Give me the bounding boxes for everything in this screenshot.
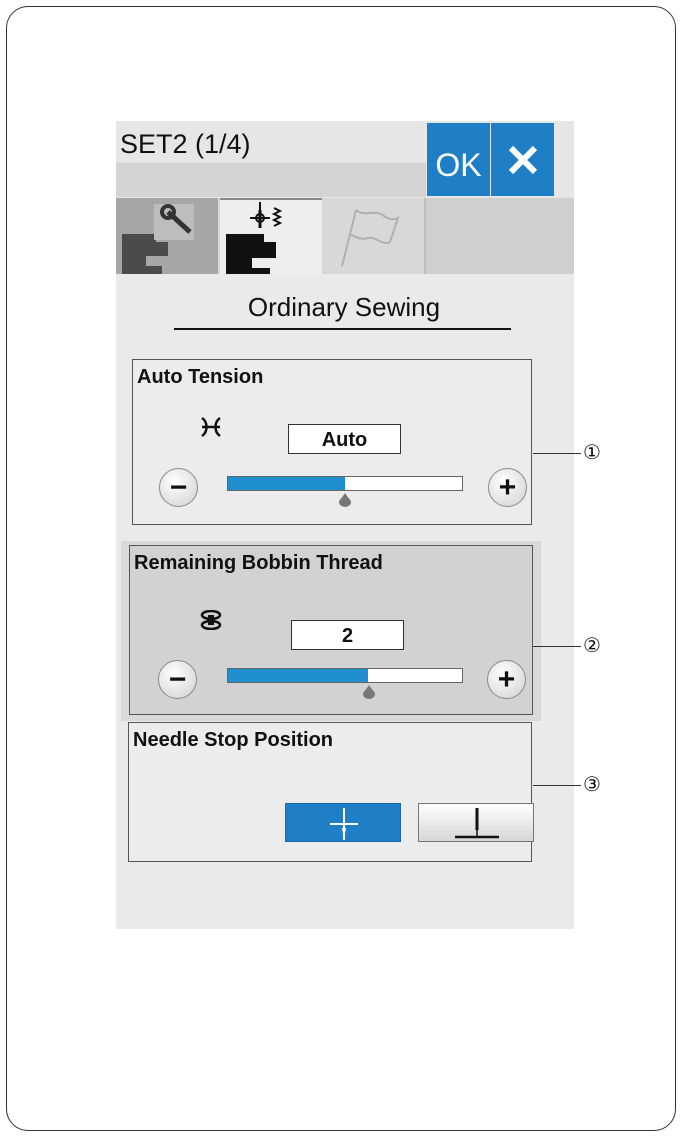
- tab-ordinary-sewing[interactable]: [220, 198, 322, 274]
- tension-slider[interactable]: [227, 476, 463, 491]
- callout-line-3: [533, 785, 581, 786]
- needle-stop-label: Needle Stop Position: [133, 729, 334, 751]
- plus-label: +: [498, 470, 517, 504]
- tension-slider-fill: [228, 477, 345, 490]
- close-button[interactable]: [491, 123, 554, 196]
- needle-down-button[interactable]: [418, 803, 534, 842]
- callout-line-2: [533, 646, 581, 647]
- machine-stitch-icon: [226, 202, 283, 274]
- bobbin-plus-button[interactable]: +: [487, 660, 526, 699]
- section-title: Ordinary Sewing: [247, 292, 441, 322]
- close-icon: [508, 145, 537, 174]
- tab-bar: [116, 198, 574, 274]
- callout-2: ②: [583, 635, 601, 657]
- bobbin-label: Remaining Bobbin Thread: [134, 552, 383, 574]
- callout-1: ①: [583, 442, 601, 464]
- callout-3: ③: [583, 774, 601, 796]
- plus-label: +: [497, 662, 516, 696]
- tension-plus-button[interactable]: +: [488, 468, 527, 507]
- section-underline: [174, 328, 511, 330]
- tab-language[interactable]: [322, 198, 424, 274]
- bobbin-minus-button[interactable]: −: [158, 660, 197, 699]
- needle-down-icon: [455, 808, 499, 839]
- flag-icon: [341, 209, 400, 267]
- auto-tension-label: Auto Tension: [137, 366, 264, 388]
- wrench-machine-icon: [122, 204, 194, 274]
- minus-label: −: [169, 470, 188, 504]
- tab-empty: [424, 198, 574, 274]
- bobbin-value: 2: [291, 620, 404, 650]
- needle-up-icon: [330, 808, 358, 840]
- tension-icon: [201, 416, 221, 438]
- ok-button[interactable]: OK: [427, 123, 490, 196]
- tab-machine-settings[interactable]: [116, 198, 218, 274]
- needle-stop-panel: Needle Stop Position: [128, 722, 534, 862]
- title-strip: [116, 163, 426, 197]
- bobbin-slider[interactable]: [227, 668, 463, 683]
- bobbin-icon: [200, 610, 222, 630]
- auto-tension-panel: Auto Tension Auto − +: [132, 359, 532, 525]
- tension-slider-thumb[interactable]: [339, 493, 351, 507]
- title-bar: SET2 (1/4) OK: [116, 121, 574, 198]
- needle-up-button[interactable]: [285, 803, 401, 842]
- ok-label: OK: [435, 147, 482, 183]
- minus-label: −: [168, 662, 187, 696]
- content-area: Ordinary Sewing Auto Tension Auto − + Re…: [116, 274, 574, 929]
- page-title: SET2 (1/4): [120, 129, 251, 159]
- settings-screen: SET2 (1/4) OK Ordinary Sewing Auto Tensi…: [116, 121, 574, 929]
- bobbin-slider-fill: [228, 669, 369, 682]
- auto-tension-value: Auto: [288, 424, 401, 454]
- bobbin-panel: Remaining Bobbin Thread 2 − +: [129, 545, 533, 715]
- tension-minus-button[interactable]: −: [159, 468, 198, 507]
- callout-line-1: [533, 453, 581, 454]
- bobbin-slider-thumb[interactable]: [363, 685, 375, 699]
